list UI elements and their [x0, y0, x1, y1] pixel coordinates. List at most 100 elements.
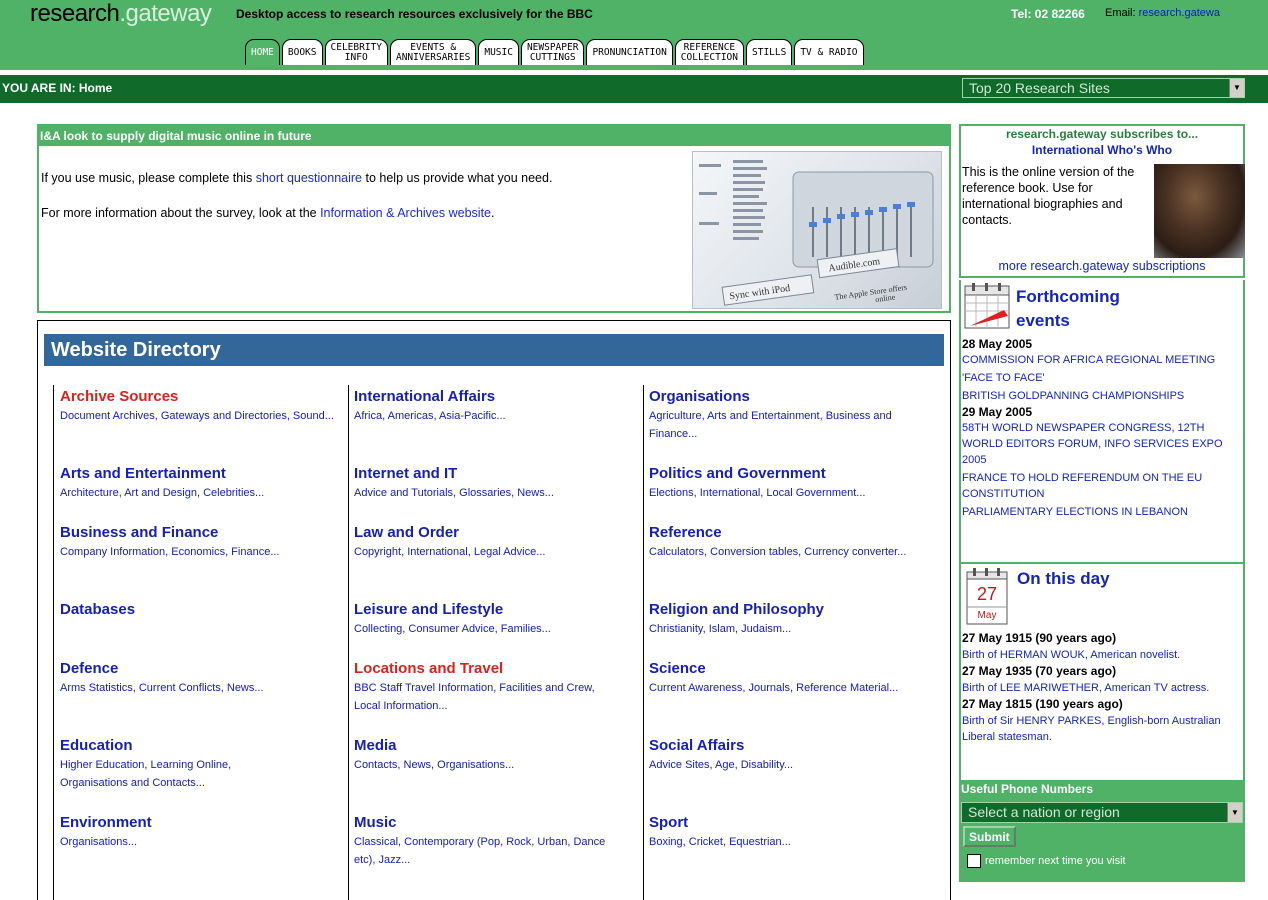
directory-heading-link[interactable]: Education: [60, 737, 350, 755]
event-link[interactable]: 58TH WORLD NEWSPAPER CONGRESS, 12TH WORL…: [962, 420, 1245, 468]
directory-subcategories[interactable]: Calculators, Conversion tables, Currency…: [649, 543, 909, 561]
tab-newspaper-cuttings[interactable]: NEWSPAPER CUTTINGS: [520, 39, 585, 65]
directory-heading-link[interactable]: Reference: [649, 524, 939, 542]
directory-item: Politics and Government Elections, Inter…: [649, 465, 939, 502]
remember-checkbox[interactable]: [967, 854, 981, 868]
event-link[interactable]: COMMISSION FOR AFRICA REGIONAL MEETING: [962, 352, 1245, 368]
directory-subcategories[interactable]: Company Information, Economics, Finance.…: [60, 543, 350, 561]
directory-heading-link[interactable]: Music: [354, 814, 644, 832]
directory-heading-link[interactable]: Arts and Entertainment: [60, 465, 350, 483]
directory-subcategories[interactable]: Africa, Americas, Asia-Pacific...: [354, 407, 644, 425]
phone-numbers-title: Useful Phone Numbers: [961, 782, 1094, 796]
directory-heading-link[interactable]: Databases: [60, 601, 350, 619]
telephone-number: Tel: 02 82266: [1011, 7, 1085, 21]
dropdown-arrow-icon[interactable]: ▼: [1229, 79, 1244, 97]
directory-item: Internet and IT Advice and Tutorials, Gl…: [354, 465, 644, 502]
directory-subcategories[interactable]: Arms Statistics, Current Conflicts, News…: [60, 679, 350, 697]
on-this-day-title: On this day: [1017, 569, 1110, 588]
directory-item: Locations and Travel BBC Staff Travel In…: [354, 660, 644, 715]
directory-item: Databases: [60, 601, 350, 619]
tab-home[interactable]: HOME: [245, 39, 280, 65]
directory-heading-link[interactable]: Science: [649, 660, 939, 678]
remember-label: remember next time you visit: [985, 855, 1126, 867]
directory-heading-link[interactable]: Locations and Travel: [354, 660, 644, 678]
tab-reference-collection[interactable]: REFERENCE COLLECTION: [674, 39, 744, 65]
subscription-name-link[interactable]: International Who's Who: [961, 143, 1243, 157]
directory-item: Reference Calculators, Conversion tables…: [649, 524, 939, 561]
itunes-screenshot-graphic: Sync with iPod Audible.com The Apple Sto…: [699, 160, 934, 306]
directory-heading-link[interactable]: Business and Finance: [60, 524, 350, 542]
survey-paragraph-1: If you use music, please complete this s…: [41, 171, 553, 185]
site-logo[interactable]: research.gateway: [30, 0, 212, 28]
directory-subcategories[interactable]: Architecture, Art and Design, Celebritie…: [60, 484, 350, 502]
directory-heading-link[interactable]: Law and Order: [354, 524, 644, 542]
directory-subcategories[interactable]: Agriculture, Arts and Entertainment, Bus…: [649, 407, 929, 443]
tab-tv-radio[interactable]: TV & RADIO: [794, 39, 864, 65]
information-archives-link[interactable]: Information & Archives website: [320, 206, 491, 220]
directory-subcategories[interactable]: Copyright, International, Legal Advice..…: [354, 543, 644, 561]
directory-heading-link[interactable]: Politics and Government: [649, 465, 939, 483]
tab-books[interactable]: BOOKS: [281, 39, 323, 65]
directory-heading-link[interactable]: Sport: [649, 814, 939, 832]
top-research-sites-select[interactable]: Top 20 Research Sites ▼: [962, 78, 1245, 98]
tab-celebrity-info[interactable]: CELEBRITY INFO: [324, 39, 388, 65]
directory-subcategories[interactable]: BBC Staff Travel Information, Facilities…: [354, 679, 624, 715]
directory-heading-link[interactable]: Archive Sources: [60, 388, 350, 406]
nation-region-select[interactable]: Select a nation or region ▼: [961, 802, 1243, 823]
site-header: research.gateway Desktop access to resea…: [0, 0, 1268, 70]
directory-item: Social Affairs Advice Sites, Age, Disabi…: [649, 737, 939, 774]
event-link[interactable]: BRITISH GOLDPANNING CHAMPIONSHIPS: [962, 388, 1245, 404]
tab-stills[interactable]: STILLS: [746, 39, 793, 65]
directory-item: Music Classical, Contemporary (Pop, Rock…: [354, 814, 644, 869]
directory-subcategories[interactable]: Organisations...: [60, 833, 350, 851]
directory-item: Sport Boxing, Cricket, Equestrian...: [649, 814, 939, 851]
directory-item: Organisations Agriculture, Arts and Ente…: [649, 388, 939, 443]
directory-heading-link[interactable]: Religion and Philosophy: [649, 601, 939, 619]
tab-pronunciation[interactable]: PRONUNCIATION: [586, 39, 673, 65]
subscription-photo[interactable]: [1154, 164, 1245, 258]
directory-heading-link[interactable]: Leisure and Lifestyle: [354, 601, 644, 619]
breadcrumb-bar: YOU ARE IN: Home Top 20 Research Sites ▼: [0, 75, 1268, 103]
email-link[interactable]: research.gatewa: [1139, 7, 1220, 19]
directory-subcategories[interactable]: Elections, International, Local Governme…: [649, 484, 939, 502]
more-subscriptions-link[interactable]: more research.gateway subscriptions: [961, 259, 1243, 273]
directory-heading-link[interactable]: Media: [354, 737, 644, 755]
directory-item: Arts and Entertainment Architecture, Art…: [60, 465, 350, 502]
event-link[interactable]: PARLIAMENTARY ELECTIONS IN LEBANON: [962, 504, 1245, 520]
column-divider: [53, 385, 54, 900]
directory-heading-link[interactable]: International Affairs: [354, 388, 644, 406]
directory-item: Religion and Philosophy Christianity, Is…: [649, 601, 939, 638]
submit-button[interactable]: Submit: [963, 826, 1016, 847]
directory-subcategories[interactable]: Document Archives, Gateways and Director…: [60, 407, 350, 425]
directory-heading-link[interactable]: Organisations: [649, 388, 939, 406]
directory-item: Business and Finance Company Information…: [60, 524, 350, 561]
directory-subcategories[interactable]: Christianity, Islam, Judaism...: [649, 620, 939, 638]
directory-subcategories[interactable]: Advice Sites, Age, Disability...: [649, 756, 939, 774]
anniversary-link[interactable]: Birth of LEE MARIWETHER, American TV act…: [962, 680, 1245, 696]
directory-subcategories[interactable]: Contacts, News, Organisations...: [354, 756, 644, 774]
directory-subcategories[interactable]: Higher Education, Learning Online, Organ…: [60, 756, 280, 792]
directory-subcategories[interactable]: Collecting, Consumer Advice, Families...: [354, 620, 644, 638]
directory-heading-link[interactable]: Environment: [60, 814, 350, 832]
directory-heading-link[interactable]: Internet and IT: [354, 465, 644, 483]
on-this-day-list: 27 May 1915 (90 years ago) Birth of HERM…: [962, 630, 1245, 745]
directory-subcategories[interactable]: Current Awareness, Journals, Reference M…: [649, 679, 909, 697]
tab-events-anniversaries[interactable]: EVENTS & ANNIVERSARIES: [389, 39, 477, 65]
directory-item: International Affairs Africa, Americas, …: [354, 388, 644, 425]
anniversary-link[interactable]: Birth of HERMAN WOUK, American novelist.: [962, 647, 1245, 663]
directory-item: Leisure and Lifestyle Collecting, Consum…: [354, 601, 644, 638]
directory-subcategories[interactable]: Advice and Tutorials, Glossaries, News..…: [354, 484, 644, 502]
calendar-month: May: [978, 610, 997, 621]
directory-heading-link[interactable]: Defence: [60, 660, 350, 678]
directory-subcategories[interactable]: Classical, Contemporary (Pop, Rock, Urba…: [354, 833, 624, 869]
event-link[interactable]: FRANCE TO HOLD REFERENDUM ON THE EU CONS…: [962, 470, 1245, 502]
directory-subcategories[interactable]: Boxing, Cricket, Equestrian...: [649, 833, 939, 851]
questionnaire-link[interactable]: short questionnaire: [256, 171, 362, 185]
anniversary-link[interactable]: Birth of Sir HENRY PARKES, English-born …: [962, 713, 1245, 745]
dropdown-arrow-icon[interactable]: ▼: [1227, 803, 1242, 822]
event-link[interactable]: 'FACE TO FACE': [962, 370, 1245, 386]
tab-music[interactable]: MUSIC: [478, 39, 519, 65]
directory-item: Defence Arms Statistics, Current Conflic…: [60, 660, 350, 697]
directory-item: Media Contacts, News, Organisations...: [354, 737, 644, 774]
directory-heading-link[interactable]: Social Affairs: [649, 737, 939, 755]
